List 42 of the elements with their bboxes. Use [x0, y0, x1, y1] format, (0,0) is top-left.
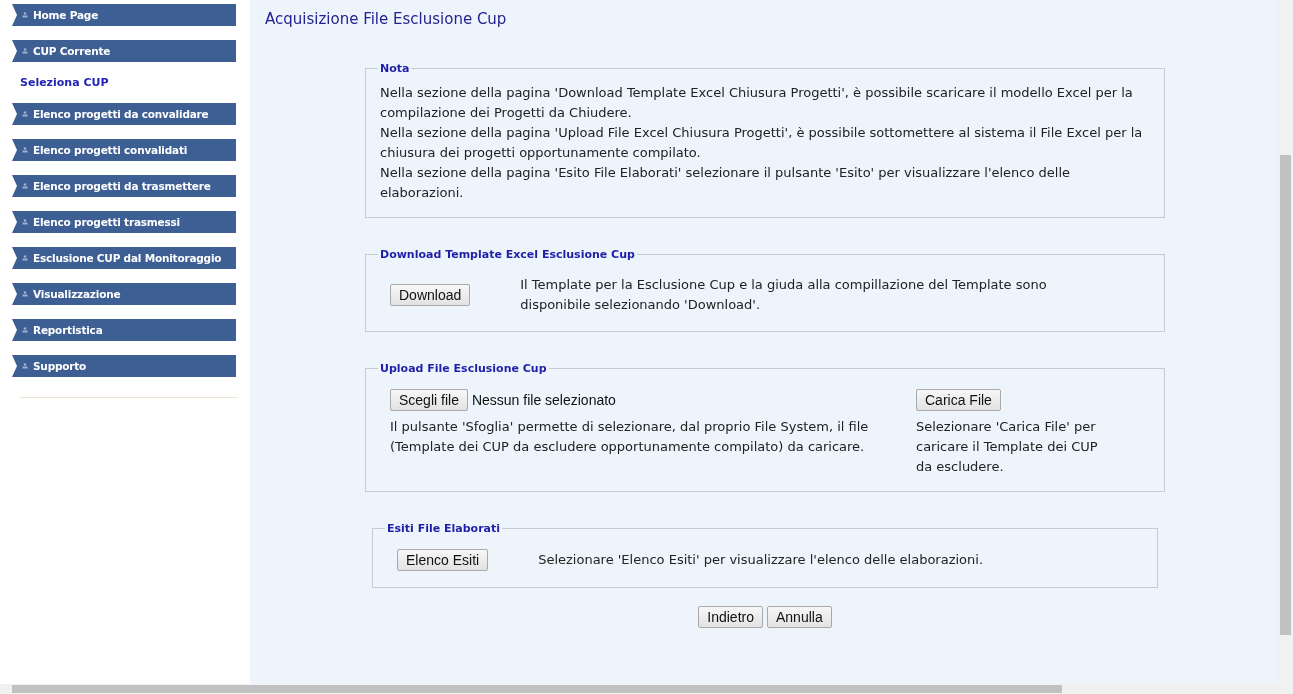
- section-legend: Upload File Esclusione Cup: [378, 362, 549, 375]
- horizontal-scrollbar[interactable]: [0, 684, 1293, 694]
- user-icon: [22, 255, 28, 261]
- footer-button[interactable]: Annulla: [767, 606, 832, 628]
- user-icon: [22, 183, 28, 189]
- download-text: Il Template per la Esclusione Cup e la giuda alla compillazione del Template sono disponibile selezionando 'Download'.: [520, 276, 1048, 314]
- results-text: Selezionare 'Elenco Esiti' per visualizzare l'elenco delle elaborazioni.: [538, 551, 984, 569]
- sidebar-link[interactable]: Seleziona CUP: [20, 76, 250, 89]
- user-icon: [22, 111, 28, 117]
- note-text: Nella sezione della pagina 'Esito File Elaborati' selezionare il pulsante 'Esito' per visualizzare l'elenco delle elaborazioni.: [380, 164, 1072, 202]
- note-text: Nella sezione della pagina 'Upload File Excel Chiusura Progetti', è possibile sottomettere al sistema il File Excel per la chiusura dei progetti opportunamente compilato.: [380, 124, 1144, 162]
- vertical-scrollbar[interactable]: [1278, 0, 1293, 684]
- user-icon: [22, 147, 28, 153]
- menu-item[interactable]: Supporto: [12, 355, 236, 377]
- page-title: Acquisizione File Esclusione Cup: [265, 10, 508, 28]
- menu-item[interactable]: CUP Corrente: [12, 40, 236, 62]
- file-status: Nessun file selezionato: [471, 392, 616, 408]
- upload-button[interactable]: Carica File: [916, 389, 1001, 411]
- user-icon: [22, 291, 28, 297]
- menu-item[interactable]: Elenco progetti da convalidare: [12, 103, 236, 125]
- section-legend: Download Template Excel Esclusione Cup: [378, 248, 637, 261]
- user-icon: [22, 48, 28, 54]
- menu-item[interactable]: Esclusione CUP dal Monitoraggio: [12, 247, 236, 269]
- user-icon: [22, 12, 28, 18]
- user-icon: [22, 363, 28, 369]
- menu-item[interactable]: Elenco progetti da trasmettere: [12, 175, 236, 197]
- note-text: Nella sezione della pagina 'Download Template Excel Chiusura Progetti', è possibile scaricare il modello Excel per la compilazione dei Progetti da Chiudere.: [380, 84, 1134, 122]
- user-icon: [22, 327, 28, 333]
- user-icon: [22, 219, 28, 225]
- menu-item[interactable]: Visualizzazione: [12, 283, 236, 305]
- section-legend: Esiti File Elaborati: [385, 522, 503, 535]
- download-button[interactable]: Download: [390, 284, 471, 306]
- upload-text: Il pulsante 'Sfoglia' permette di selezionare, dal proprio File System, il file (Template dei CUP da escludere opportunamente compilato) da caricare.: [390, 418, 870, 456]
- section-legend: Nota: [378, 62, 412, 75]
- results-list-button[interactable]: Elenco Esiti: [397, 549, 489, 571]
- footer-button[interactable]: Indietro: [698, 606, 763, 628]
- menu-item[interactable]: Home Page: [12, 4, 236, 26]
- choose-file-button[interactable]: Scegli file: [390, 389, 468, 411]
- upload-hint: Selezionare 'Carica File' per caricare il Template dei CUP da escludere.: [916, 418, 1099, 476]
- menu-item[interactable]: Elenco progetti trasmessi: [12, 211, 236, 233]
- menu-item[interactable]: Elenco progetti convalidati: [12, 139, 236, 161]
- menu-item[interactable]: Reportistica: [12, 319, 236, 341]
